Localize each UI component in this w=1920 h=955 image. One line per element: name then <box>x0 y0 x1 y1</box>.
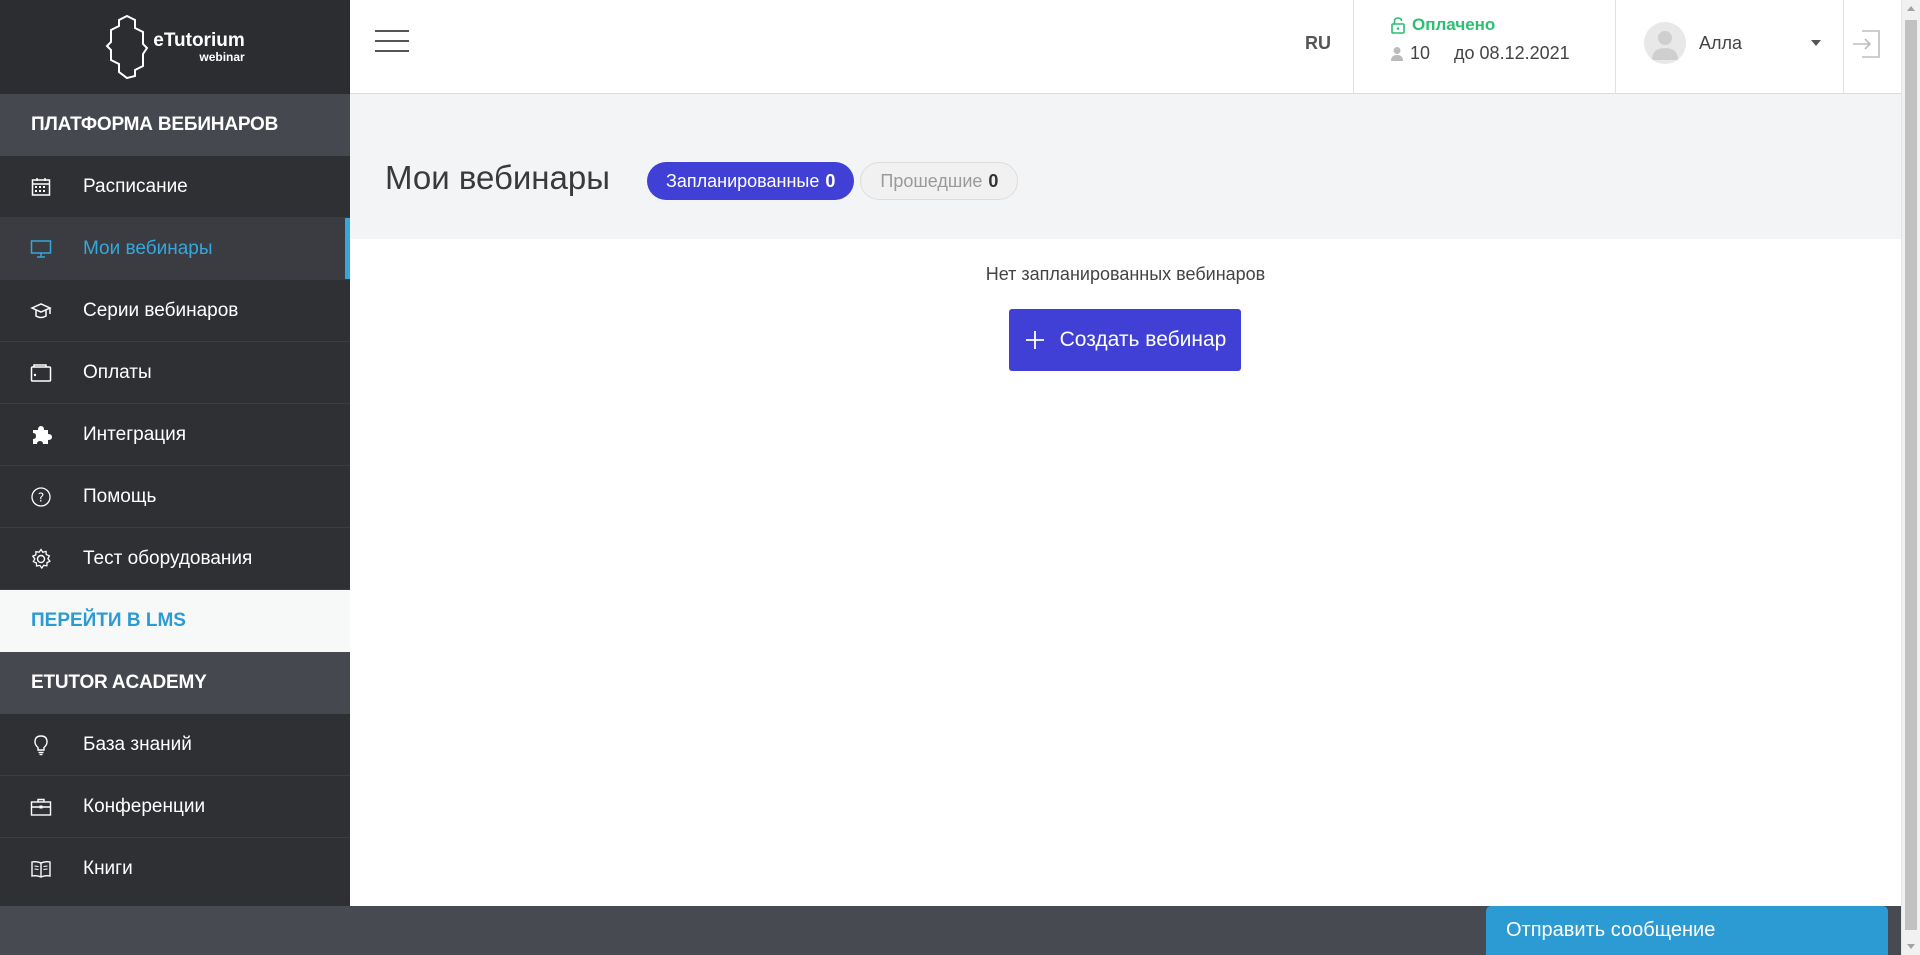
empty-state-message: Нет запланированных вебинаров <box>985 264 1266 284</box>
unlock-icon <box>1391 17 1405 34</box>
graduation-cap-icon <box>29 299 53 323</box>
tab-count: 0 <box>988 170 999 191</box>
scrollbar[interactable] <box>1901 0 1920 955</box>
avatar <box>1644 22 1686 64</box>
tab-past[interactable]: Прошедшие 0 <box>860 162 1019 200</box>
language-switcher[interactable]: RU <box>1305 33 1331 54</box>
sidebar-item-label: Оплаты <box>83 361 152 383</box>
wallet-icon <box>29 361 53 385</box>
tab-scheduled[interactable]: Запланированные 0 <box>647 162 855 200</box>
tab-count: 0 <box>825 170 836 191</box>
briefcase-icon <box>29 795 53 819</box>
sidebar-item-label: Интеграция <box>83 423 187 445</box>
plan-status-label: Оплачено <box>1412 15 1496 34</box>
webinar-tabs: Запланированные 0 Прошедшие 0 <box>647 162 1019 200</box>
main-content: Нет запланированных вебинаров Создать ве… <box>350 239 1901 906</box>
menu-toggle-icon[interactable] <box>375 30 409 52</box>
user-menu[interactable]: Алла <box>1644 22 1821 64</box>
sidebar-item-label: База знаний <box>83 733 192 755</box>
sidebar-item-integration[interactable]: Интеграция <box>0 404 350 466</box>
sidebar-item-conferences[interactable]: Конференции <box>0 776 350 838</box>
tab-label: Прошедшие <box>880 170 983 191</box>
sidebar-item-books[interactable]: Книги <box>0 838 350 900</box>
header-divider <box>1353 0 1354 94</box>
sidebar-item-label: Мои вебинары <box>83 237 213 259</box>
logo[interactable]: eTutorium webinar <box>0 0 350 94</box>
user-count-icon <box>1391 46 1403 61</box>
calendar-icon <box>29 175 53 199</box>
section-header-webinar-platform: ПЛАТФОРМА ВЕБИНАРОВ <box>0 94 350 156</box>
puzzle-icon <box>29 423 53 447</box>
scrollbar-thumb[interactable] <box>1905 20 1917 930</box>
tab-label: Запланированные <box>666 170 820 191</box>
top-bar: RU Оплачено 10 до 08.12.2021 Алла <box>350 0 1901 94</box>
page-title: Мои вебинары <box>385 159 610 196</box>
sidebar-item-help[interactable]: ? Помощь <box>0 466 350 528</box>
sidebar-item-equipment-test[interactable]: Тест оборудования <box>0 528 350 590</box>
logo-text: eTutorium <box>153 30 245 51</box>
sidebar-item-schedule[interactable]: Расписание <box>0 156 350 218</box>
sidebar-item-label: Серии вебинаров <box>83 299 239 321</box>
logo-mark-icon <box>105 14 149 80</box>
logo-subtext: webinar <box>199 50 245 64</box>
book-icon <box>29 857 53 881</box>
plus-icon <box>1025 331 1044 349</box>
send-message-button[interactable]: Отправить сообщение <box>1486 906 1888 955</box>
sidebar-item-label: Книги <box>83 858 133 879</box>
sidebar-item-my-webinars[interactable]: Мои вебинары <box>0 218 350 280</box>
lightbulb-icon <box>29 733 53 757</box>
user-name: Алла <box>1699 32 1743 53</box>
gear-icon <box>29 547 53 571</box>
sidebar-item-label: Тест оборудования <box>83 547 253 569</box>
help-icon: ? <box>29 485 53 509</box>
plan-seats: 10 <box>1410 43 1431 63</box>
sidebar-item-label: Расписание <box>83 175 188 197</box>
page-header: Мои вебинары Запланированные 0 Прошедшие… <box>350 94 1901 239</box>
go-to-lms-link[interactable]: ПЕРЕЙТИ В LMS <box>0 590 350 652</box>
create-webinar-label: Создать вебинар <box>1059 328 1227 351</box>
plan-expiry: до 08.12.2021 <box>1454 43 1570 63</box>
create-webinar-button[interactable]: Создать вебинар <box>1009 309 1241 371</box>
plan-info: Оплачено 10 до 08.12.2021 <box>1390 15 1570 64</box>
sidebar: eTutorium webinar ПЛАТФОРМА ВЕБИНАРОВ Ра… <box>0 0 350 906</box>
chevron-down-icon <box>1811 40 1821 46</box>
header-divider <box>1843 0 1844 94</box>
sidebar-item-label: Конференции <box>83 795 206 817</box>
sidebar-item-label: Помощь <box>83 485 157 507</box>
sidebar-item-knowledge-base[interactable]: База знаний <box>0 714 350 776</box>
sidebar-item-webinar-series[interactable]: Серии вебинаров <box>0 280 350 342</box>
svg-text:?: ? <box>38 490 44 504</box>
logout-icon[interactable] <box>1850 28 1882 65</box>
scroll-down-icon[interactable] <box>1907 944 1915 949</box>
scroll-up-icon[interactable] <box>1907 6 1915 11</box>
monitor-icon <box>29 237 53 261</box>
section-header-etutor-academy: ETUTOR ACADEMY <box>0 652 350 714</box>
header-divider <box>1615 0 1616 94</box>
sidebar-item-payments[interactable]: Оплаты <box>0 342 350 404</box>
